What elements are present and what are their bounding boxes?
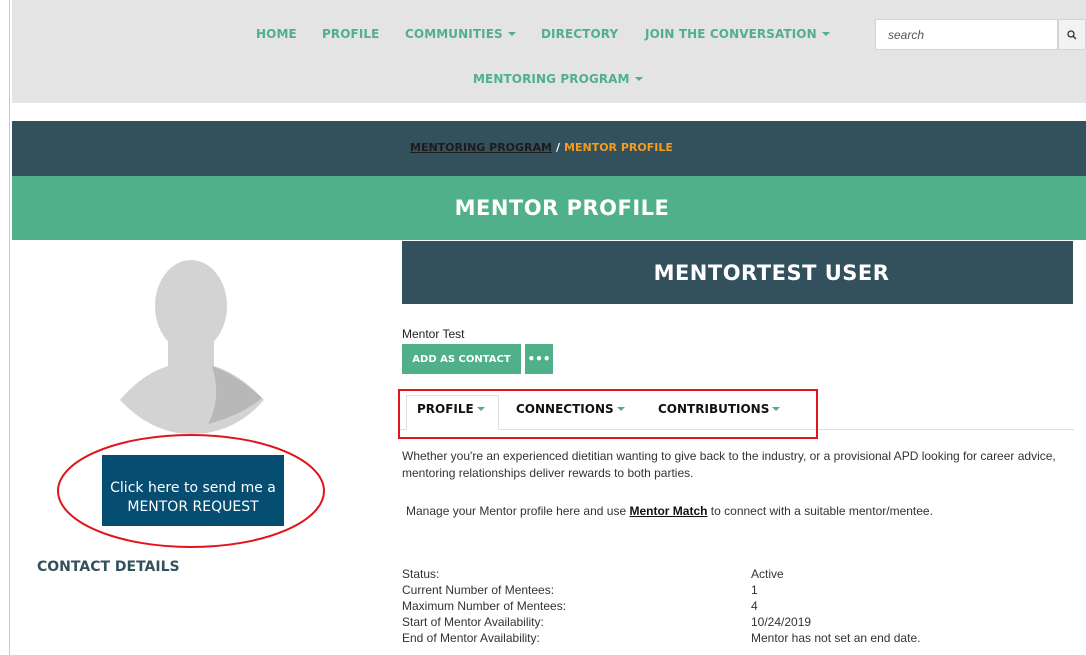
detail-label: Maximum Number of Mentees: — [402, 599, 567, 613]
detail-row-status: Status: Active — [402, 567, 1052, 583]
page-title: MENTOR PROFILE — [454, 196, 670, 220]
detail-value: 10/24/2019 — [751, 615, 812, 629]
detail-label: End of Mentor Availability: — [402, 631, 540, 645]
more-options-button[interactable]: ••• — [525, 344, 553, 374]
search-input[interactable] — [888, 24, 1053, 46]
nav-item-directory[interactable]: DIRECTORY — [541, 27, 618, 41]
chevron-down-icon — [634, 76, 643, 81]
detail-label: Status: — [402, 567, 440, 581]
breadcrumb-separator: / — [556, 141, 561, 154]
breadcrumb-bar: MENTORING PROGRAM / MENTOR PROFILE — [12, 121, 1086, 176]
nav-item-communities-label: COMMUNITIES — [405, 27, 503, 41]
nav-item-mentoring-program[interactable]: MENTORING PROGRAM — [473, 72, 643, 86]
search-button[interactable] — [1058, 19, 1086, 50]
nav-item-communities[interactable]: COMMUNITIES — [405, 27, 516, 41]
breadcrumb: MENTORING PROGRAM / MENTOR PROFILE — [410, 141, 673, 154]
breadcrumb-link-mentoring-program[interactable]: MENTORING PROGRAM — [410, 141, 552, 154]
detail-value: 1 — [751, 583, 758, 597]
top-navigation: HOME PROFILE COMMUNITIES DIRECTORY JOIN … — [12, 0, 1086, 103]
chevron-down-icon — [821, 31, 830, 36]
manage-suffix: to connect with a suitable mentor/mentee… — [707, 504, 933, 518]
nav-item-mentoring-label: MENTORING PROGRAM — [473, 72, 630, 86]
nav-item-join-the-conversation[interactable]: JOIN THE CONVERSATION — [645, 27, 830, 41]
avatar-placeholder-icon — [120, 260, 264, 434]
breadcrumb-current: MENTOR PROFILE — [564, 141, 673, 154]
detail-label: Start of Mentor Availability: — [402, 615, 544, 629]
contact-details-heading: CONTACT DETAILS — [37, 559, 180, 575]
manage-paragraph: Manage your Mentor profile here and use … — [406, 503, 933, 520]
user-subtitle: Mentor Test — [402, 327, 465, 341]
detail-value: 4 — [751, 599, 758, 613]
mentor-match-link[interactable]: Mentor Match — [629, 504, 707, 518]
detail-row-end-availability: End of Mentor Availability: Mentor has n… — [402, 631, 1052, 647]
chevron-down-icon — [507, 31, 516, 36]
detail-label: Current Number of Mentees: — [402, 583, 555, 597]
nav-item-home[interactable]: HOME — [256, 27, 297, 41]
user-name: MENTORTEST USER — [653, 261, 890, 285]
detail-value: Mentor has not set an end date. — [751, 631, 921, 645]
detail-row-max-mentees: Maximum Number of Mentees: 4 — [402, 599, 1052, 615]
detail-row-start-availability: Start of Mentor Availability: 10/24/2019 — [402, 615, 1052, 631]
add-as-contact-button[interactable]: ADD AS CONTACT — [402, 344, 521, 374]
annotation-ellipse — [57, 434, 325, 548]
manage-prefix: Manage your Mentor profile here and use — [406, 504, 630, 518]
intro-paragraph: Whether you're an experienced dietitian … — [402, 449, 1056, 480]
page-title-band: MENTOR PROFILE — [12, 176, 1086, 240]
detail-row-current-mentees: Current Number of Mentees: 1 — [402, 583, 1052, 599]
nav-item-profile[interactable]: PROFILE — [322, 27, 379, 41]
mentor-details-list: Status: Active Current Number of Mentees… — [402, 567, 1052, 647]
detail-value: Active — [751, 567, 784, 581]
search-icon — [1067, 30, 1077, 40]
user-name-banner: MENTORTEST USER — [402, 241, 1073, 304]
annotation-rectangle — [398, 389, 818, 439]
nav-item-join-label: JOIN THE CONVERSATION — [645, 27, 817, 41]
page-frame-border — [9, 0, 10, 655]
